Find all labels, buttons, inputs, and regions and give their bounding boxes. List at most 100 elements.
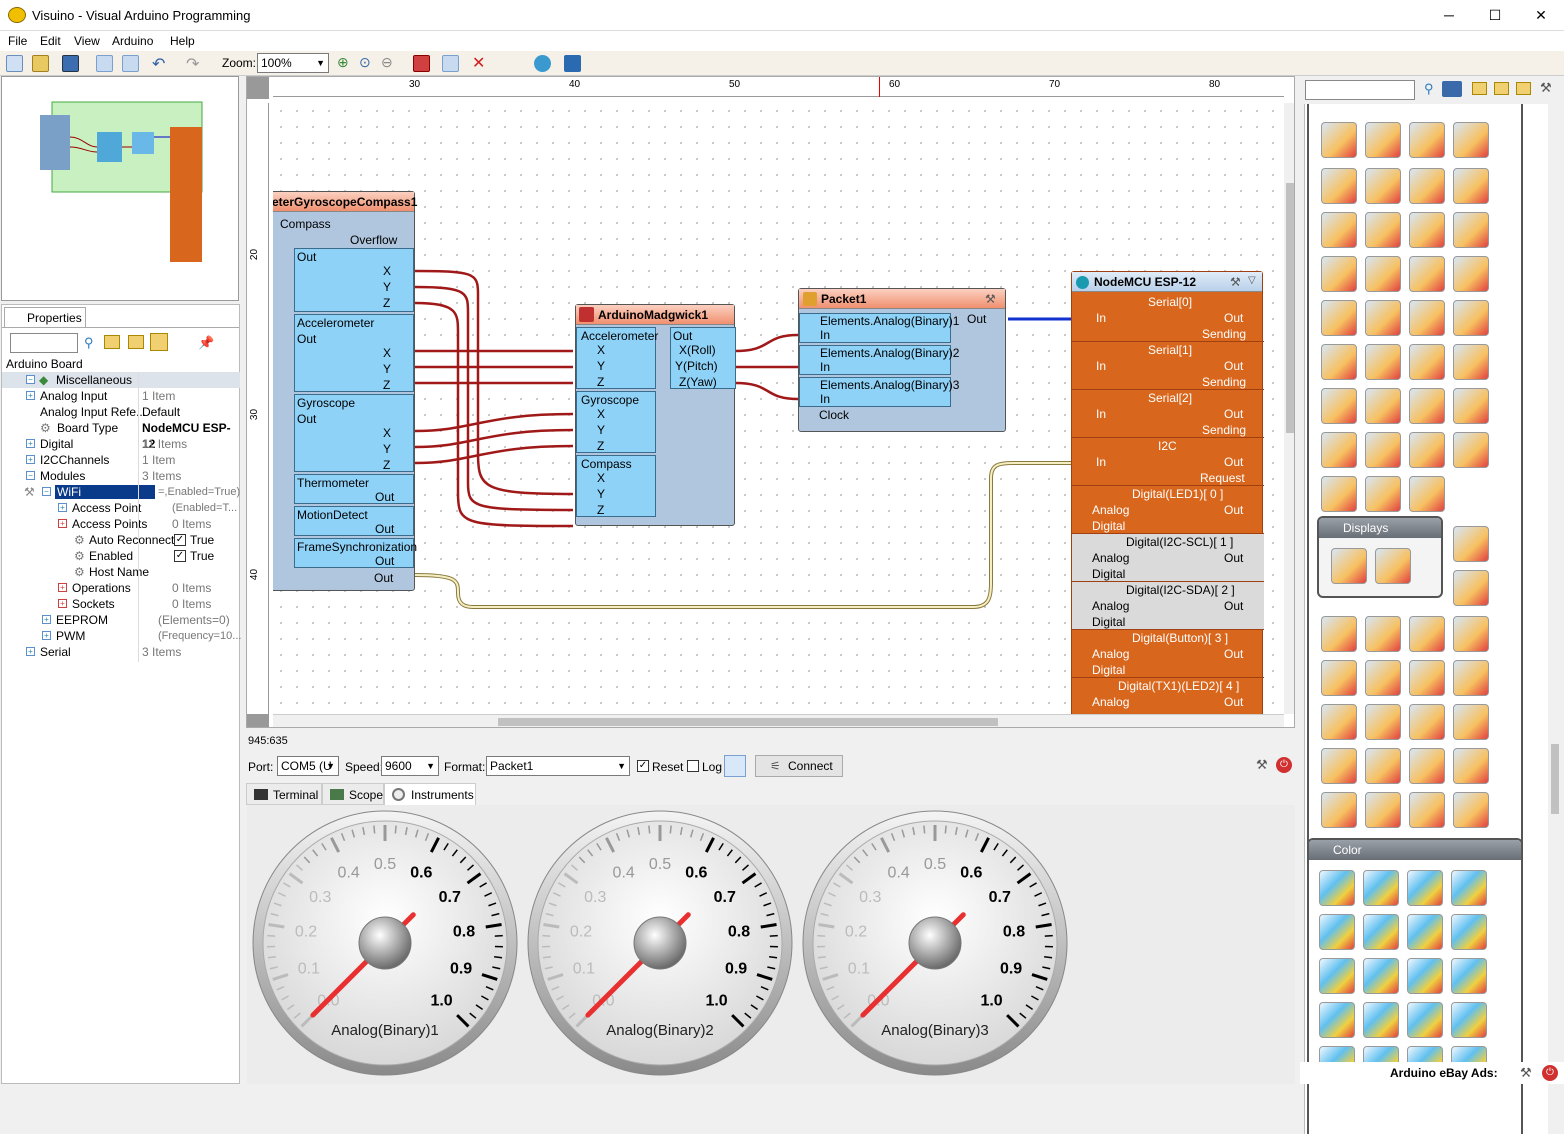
chevron-down-icon[interactable]: ▽ bbox=[1248, 275, 1256, 286]
component-icon[interactable] bbox=[1321, 388, 1357, 424]
color-component-icon[interactable] bbox=[1407, 870, 1443, 906]
collapse-toggle-icon[interactable]: − bbox=[26, 471, 35, 480]
upload-icon[interactable] bbox=[564, 55, 581, 72]
component-icon[interactable] bbox=[1365, 168, 1401, 204]
expand-toggle-icon[interactable]: + bbox=[58, 519, 67, 528]
component-icon[interactable] bbox=[1365, 616, 1401, 652]
component-icon[interactable] bbox=[1321, 432, 1357, 468]
vertical-scroll-thumb[interactable] bbox=[1286, 183, 1294, 433]
tree-row-sockets[interactable]: + Sockets 0 Items bbox=[2, 596, 240, 612]
minimize-button[interactable]: ─ bbox=[1426, 0, 1472, 31]
zoom-fit-icon[interactable]: ⊙ bbox=[359, 54, 371, 71]
component-icon[interactable] bbox=[1409, 122, 1445, 158]
power-icon[interactable]: ⏻ bbox=[1276, 757, 1292, 773]
maximize-button[interactable]: ☐ bbox=[1472, 0, 1518, 31]
view-mode-icon[interactable] bbox=[1442, 81, 1462, 97]
tab-scope[interactable]: Scope bbox=[322, 783, 384, 805]
component-icon[interactable] bbox=[1365, 300, 1401, 336]
packet-component[interactable]: Packet1 ⚒ Elements.Analog(Binary)1 In El… bbox=[798, 288, 1006, 432]
component-icon[interactable] bbox=[1453, 344, 1489, 380]
power-icon[interactable]: ⏻ bbox=[1542, 1065, 1558, 1081]
component-icon[interactable] bbox=[1409, 168, 1445, 204]
log-file-icon[interactable] bbox=[724, 755, 746, 777]
redo-icon[interactable]: ↷ bbox=[186, 54, 199, 74]
color-component-icon[interactable] bbox=[1319, 1002, 1355, 1038]
component-icon[interactable] bbox=[1409, 660, 1445, 696]
tab-terminal[interactable]: Terminal bbox=[246, 783, 322, 805]
component-icon[interactable] bbox=[1453, 526, 1489, 562]
component-icon[interactable] bbox=[1453, 792, 1489, 828]
component-icon[interactable] bbox=[1365, 256, 1401, 292]
component-icon[interactable] bbox=[1321, 212, 1357, 248]
tree-row-eeprom[interactable]: + EEPROM (Elements=0) bbox=[2, 612, 240, 628]
component-icon[interactable] bbox=[1409, 476, 1445, 512]
tree-row-serial[interactable]: + Serial 3 Items bbox=[2, 644, 240, 660]
component-icon[interactable] bbox=[1321, 344, 1357, 380]
component-icon[interactable] bbox=[1409, 616, 1445, 652]
open-folder-icon[interactable] bbox=[32, 55, 49, 72]
minimap[interactable] bbox=[1, 76, 239, 301]
speed-select[interactable]: 9600▼ bbox=[381, 756, 439, 776]
component-icon[interactable] bbox=[1409, 300, 1445, 336]
palette-color[interactable]: Color bbox=[1307, 838, 1523, 1134]
connect-wire-icon[interactable] bbox=[442, 55, 459, 72]
categories-icon[interactable] bbox=[150, 333, 168, 351]
palette-scroll-area[interactable]: Displays Color bbox=[1304, 104, 1549, 1134]
component-icon[interactable] bbox=[1409, 344, 1445, 380]
color-component-icon[interactable] bbox=[1407, 958, 1443, 994]
component-icon[interactable] bbox=[1409, 432, 1445, 468]
pin-icon[interactable]: 📌 bbox=[198, 335, 214, 351]
undo-icon[interactable]: ↶ bbox=[152, 54, 165, 74]
component-icon[interactable] bbox=[1365, 660, 1401, 696]
color-component-icon[interactable] bbox=[1363, 1002, 1399, 1038]
component-icon[interactable] bbox=[1453, 256, 1489, 292]
expand-toggle-icon[interactable]: + bbox=[26, 439, 35, 448]
expand-icon[interactable] bbox=[104, 335, 120, 349]
color-component-icon[interactable] bbox=[1451, 870, 1487, 906]
tree-row-access-point[interactable]: + Access Point (Enabled=T... bbox=[2, 500, 240, 516]
component-icon[interactable] bbox=[1321, 168, 1357, 204]
grid-icon[interactable] bbox=[122, 55, 139, 72]
component-icon[interactable] bbox=[1321, 660, 1357, 696]
component-icon[interactable] bbox=[1453, 300, 1489, 336]
expand-toggle-icon[interactable]: + bbox=[26, 647, 35, 656]
component-icon[interactable] bbox=[1453, 616, 1489, 652]
port-select[interactable]: COM5 (U▼ bbox=[277, 756, 339, 776]
tab-instruments[interactable]: Instruments bbox=[384, 783, 476, 805]
color-component-icon[interactable] bbox=[1319, 914, 1355, 950]
display-component-icon[interactable] bbox=[1331, 548, 1367, 584]
component-icon[interactable] bbox=[1409, 748, 1445, 784]
reset-checkbox[interactable]: ✓ bbox=[637, 760, 649, 772]
zoom-in-icon[interactable]: ⊕ bbox=[337, 54, 349, 71]
collapse-toggle-icon[interactable]: − bbox=[26, 375, 35, 384]
color-component-icon[interactable] bbox=[1363, 870, 1399, 906]
tree-row-analog-input[interactable]: + Analog Input 1 Item bbox=[2, 388, 240, 404]
component-icon[interactable] bbox=[1453, 168, 1489, 204]
property-search-input[interactable] bbox=[10, 333, 78, 353]
arduino-icon[interactable] bbox=[534, 55, 551, 72]
color-component-icon[interactable] bbox=[1451, 958, 1487, 994]
expand-toggle-icon[interactable]: + bbox=[58, 583, 67, 592]
expand-toggle-icon[interactable]: + bbox=[58, 503, 67, 512]
palette-displays[interactable]: Displays bbox=[1317, 516, 1443, 598]
expand-toggle-icon[interactable]: + bbox=[42, 631, 51, 640]
tab-properties[interactable]: Properties bbox=[4, 307, 86, 327]
component-icon[interactable] bbox=[1321, 792, 1357, 828]
horizontal-scrollbar[interactable] bbox=[273, 714, 1284, 728]
new-file-icon[interactable] bbox=[6, 55, 23, 72]
component-icon[interactable] bbox=[1365, 432, 1401, 468]
vertical-scrollbar[interactable] bbox=[1284, 103, 1295, 714]
component-icon[interactable] bbox=[1321, 476, 1357, 512]
madgwick-component[interactable]: ArduinoMadgwick1 Accelerometer X Y Z Gyr… bbox=[575, 304, 735, 526]
tree-row-modules[interactable]: − Modules 3 Items bbox=[2, 468, 240, 484]
expand-all-icon[interactable] bbox=[1494, 82, 1509, 95]
packet-element-1[interactable]: Elements.Analog(Binary)1 In bbox=[799, 313, 951, 343]
component-icon[interactable] bbox=[1453, 432, 1489, 468]
tree-row-access-points[interactable]: + Access Points 0 Items bbox=[2, 516, 240, 532]
connect-button[interactable]: ⚟Connect bbox=[755, 755, 843, 777]
tree-row-miscellaneous[interactable]: − ◆ Miscellaneous bbox=[2, 372, 240, 388]
menu-file[interactable]: File bbox=[8, 34, 27, 48]
component-icon[interactable] bbox=[1365, 476, 1401, 512]
component-icon[interactable] bbox=[1453, 212, 1489, 248]
canvas-grid[interactable]: eterGyroscopeCompass1 Compass Overflow O… bbox=[273, 103, 1284, 714]
